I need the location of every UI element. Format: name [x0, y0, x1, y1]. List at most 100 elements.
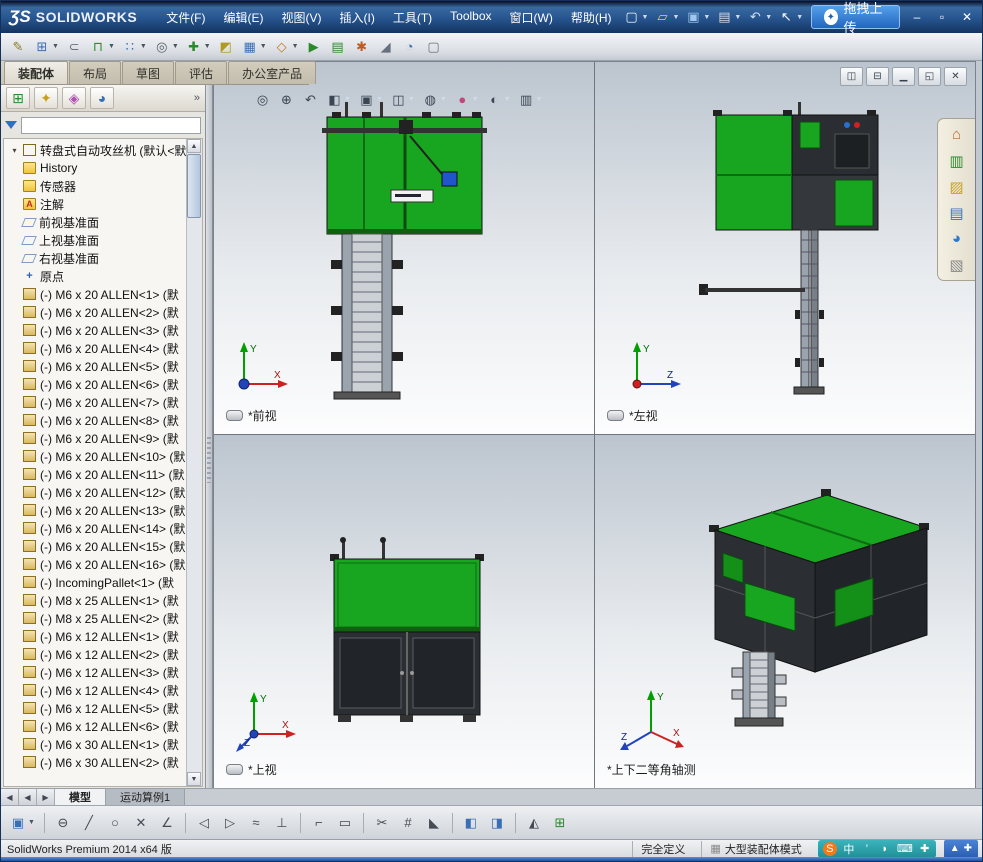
- viewport-top[interactable]: Y X Z *上视: [214, 435, 594, 788]
- arrow-left-icon[interactable]: ◁▼: [192, 813, 216, 833]
- evaluate-icon[interactable]: ◭▼: [522, 813, 546, 833]
- tree-item[interactable]: (-) M6 x 20 ALLEN<14> (默: [6, 519, 186, 537]
- dropdown-caret-icon[interactable]: ▼: [140, 43, 147, 50]
- undo-icon[interactable]: ↶ ▼: [744, 8, 774, 26]
- apply-scene-icon[interactable]: ◐ ▼: [484, 90, 513, 109]
- menu-item[interactable]: 帮助(H): [562, 6, 621, 29]
- sogou-icon[interactable]: S: [822, 841, 837, 856]
- dropdown-caret-icon[interactable]: ▼: [765, 14, 772, 21]
- section-view-icon[interactable]: ◧ ▼: [324, 90, 353, 109]
- mate-icon[interactable]: ⊓ ▼: [87, 36, 117, 58]
- design-library-icon[interactable]: ▥: [944, 150, 970, 171]
- dropdown-caret-icon[interactable]: ▼: [536, 96, 543, 103]
- tree-item[interactable]: 上视基准面: [6, 231, 186, 249]
- motion-study-icon[interactable]: ▶▼: [303, 36, 325, 58]
- dropdown-caret-icon[interactable]: ▼: [642, 14, 649, 21]
- view-orientation-icon[interactable]: ▣ ▼: [356, 90, 385, 109]
- dropdown-caret-icon[interactable]: ▼: [260, 43, 267, 50]
- tree-item[interactable]: (-) M8 x 25 ALLEN<1> (默: [6, 591, 186, 609]
- assembly-features-icon[interactable]: ▦ ▼: [239, 36, 269, 58]
- menu-item[interactable]: 视图(V): [273, 6, 331, 29]
- tree-item[interactable]: (-) M6 x 30 ALLEN<2> (默: [6, 753, 186, 771]
- ime-tool-icon[interactable]: ✚: [919, 842, 931, 856]
- separator[interactable]: ▼: [43, 812, 45, 833]
- tree-item[interactable]: (-) M6 x 20 ALLEN<3> (默: [6, 321, 186, 339]
- save-icon[interactable]: ▣ ▼: [6, 813, 38, 833]
- bill-of-materials-icon[interactable]: ▤▼: [327, 36, 349, 58]
- softkeyboard-icon[interactable]: ⌨: [897, 842, 913, 856]
- dropdown-caret-icon[interactable]: ▼: [204, 43, 211, 50]
- featuremanager-tab-icon[interactable]: ⊞: [6, 87, 30, 109]
- chinese-mode-icon[interactable]: 中: [843, 842, 855, 856]
- tree-item[interactable]: (-) M6 x 20 ALLEN<15> (默: [6, 537, 186, 555]
- attach-icon[interactable]: ⊂▼: [63, 36, 85, 58]
- scrollbar-thumb[interactable]: [187, 154, 201, 218]
- split-horizontal-icon[interactable]: ◫: [840, 67, 863, 86]
- zoom-area-icon[interactable]: ⊕▼: [276, 90, 297, 109]
- dropdown-caret-icon[interactable]: ▼: [376, 96, 383, 103]
- tree-item[interactable]: (-) IncomingPallet<1> (默: [6, 573, 186, 591]
- tree-item[interactable]: 右视基准面: [6, 249, 186, 267]
- table-icon[interactable]: ⊞▼: [548, 813, 572, 833]
- previous-view-icon[interactable]: ↶▼: [300, 90, 321, 109]
- display-style-icon[interactable]: ◫ ▼: [388, 90, 417, 109]
- view-cube-icon[interactable]: ◧▼: [459, 813, 483, 833]
- tree-item[interactable]: (-) M6 x 20 ALLEN<1> (默: [6, 285, 186, 303]
- minimize-button[interactable]: –: [906, 9, 928, 26]
- tree-item[interactable]: (-) M6 x 20 ALLEN<4> (默: [6, 339, 186, 357]
- tree-item[interactable]: (-) M6 x 20 ALLEN<13> (默: [6, 501, 186, 519]
- filter-funnel-icon[interactable]: [5, 121, 17, 129]
- tree-item[interactable]: (-) M6 x 20 ALLEN<12> (默: [6, 483, 186, 501]
- splitter-grip[interactable]: [207, 437, 211, 483]
- close-button[interactable]: ✕: [956, 9, 978, 26]
- tree-item[interactable]: (-) M6 x 12 ALLEN<1> (默: [6, 627, 186, 645]
- propertymanager-tab-icon[interactable]: ✦: [34, 87, 58, 109]
- dashed-rect-icon[interactable]: ▭▼: [333, 813, 357, 833]
- separator[interactable]: ▼: [184, 812, 186, 833]
- scroll-down-icon[interactable]: ▼: [187, 772, 201, 786]
- split-vertical-icon[interactable]: ⊟: [866, 67, 889, 86]
- maximize-button[interactable]: ▫: [931, 9, 953, 26]
- tray-upload-icon[interactable]: ▲: [950, 843, 960, 854]
- resources-home-icon[interactable]: ⌂: [944, 124, 970, 145]
- menu-item[interactable]: 窗口(W): [501, 6, 562, 29]
- angle-line-icon[interactable]: ∠▼: [155, 813, 179, 833]
- commandmanager-tab[interactable]: 评估: [175, 61, 228, 84]
- tab-scroll-next-icon[interactable]: ▶: [37, 789, 55, 805]
- dropdown-caret-icon[interactable]: ▼: [504, 96, 511, 103]
- panel-splitter[interactable]: [206, 85, 213, 789]
- component-pattern-icon[interactable]: ∷ ▼: [119, 36, 149, 58]
- dropdown-caret-icon[interactable]: ▼: [28, 819, 35, 826]
- trim-icon[interactable]: ✂▼: [370, 813, 394, 833]
- tree-item[interactable]: 原点: [6, 267, 186, 285]
- zoom-fit-icon[interactable]: ◎▼: [252, 90, 273, 109]
- manager-tab-overflow[interactable]: »: [194, 92, 200, 104]
- tree-item[interactable]: (-) M6 x 12 ALLEN<3> (默: [6, 663, 186, 681]
- tree-item[interactable]: (-) M6 x 30 ALLEN<1> (默: [6, 735, 186, 753]
- tree-item[interactable]: (-) M6 x 20 ALLEN<16> (默: [6, 555, 186, 573]
- select-arrow-icon[interactable]: ↖ ▼: [775, 8, 805, 26]
- tree-item[interactable]: (-) M8 x 25 ALLEN<2> (默: [6, 609, 186, 627]
- dropdown-caret-icon[interactable]: ▼: [292, 43, 299, 50]
- menu-item[interactable]: 插入(I): [331, 6, 384, 29]
- model-tab[interactable]: 运动算例1: [106, 789, 186, 805]
- displaymanager-tab-icon[interactable]: ◕: [90, 87, 114, 109]
- close-viewport-icon[interactable]: ✕: [944, 67, 967, 86]
- view-settings-icon[interactable]: ▥ ▼: [516, 90, 545, 109]
- separator[interactable]: ▼: [362, 812, 364, 833]
- tree-item[interactable]: 前视基准面: [6, 213, 186, 231]
- tree-scrollbar[interactable]: ▲ ▼: [186, 139, 202, 786]
- tree-item[interactable]: (-) M6 x 12 ALLEN<2> (默: [6, 645, 186, 663]
- magnify-preview-icon[interactable]: ◎ ▼: [151, 36, 181, 58]
- tree-item[interactable]: (-) M6 x 20 ALLEN<9> (默: [6, 429, 186, 447]
- tree-item[interactable]: (-) M6 x 20 ALLEN<6> (默: [6, 375, 186, 393]
- dropdown-caret-icon[interactable]: ▼: [703, 14, 710, 21]
- show-hidden-icon[interactable]: ◩▼: [215, 36, 237, 58]
- slot-icon[interactable]: ⊖▼: [51, 813, 75, 833]
- scroll-up-icon[interactable]: ▲: [187, 139, 201, 153]
- tree-item[interactable]: (-) M6 x 20 ALLEN<8> (默: [6, 411, 186, 429]
- dropdown-caret-icon[interactable]: ▼: [344, 96, 351, 103]
- tree-item[interactable]: 注解: [6, 195, 186, 213]
- custom-properties-icon[interactable]: ▧: [944, 254, 970, 275]
- corner-snap-icon[interactable]: ⌐▼: [307, 813, 331, 833]
